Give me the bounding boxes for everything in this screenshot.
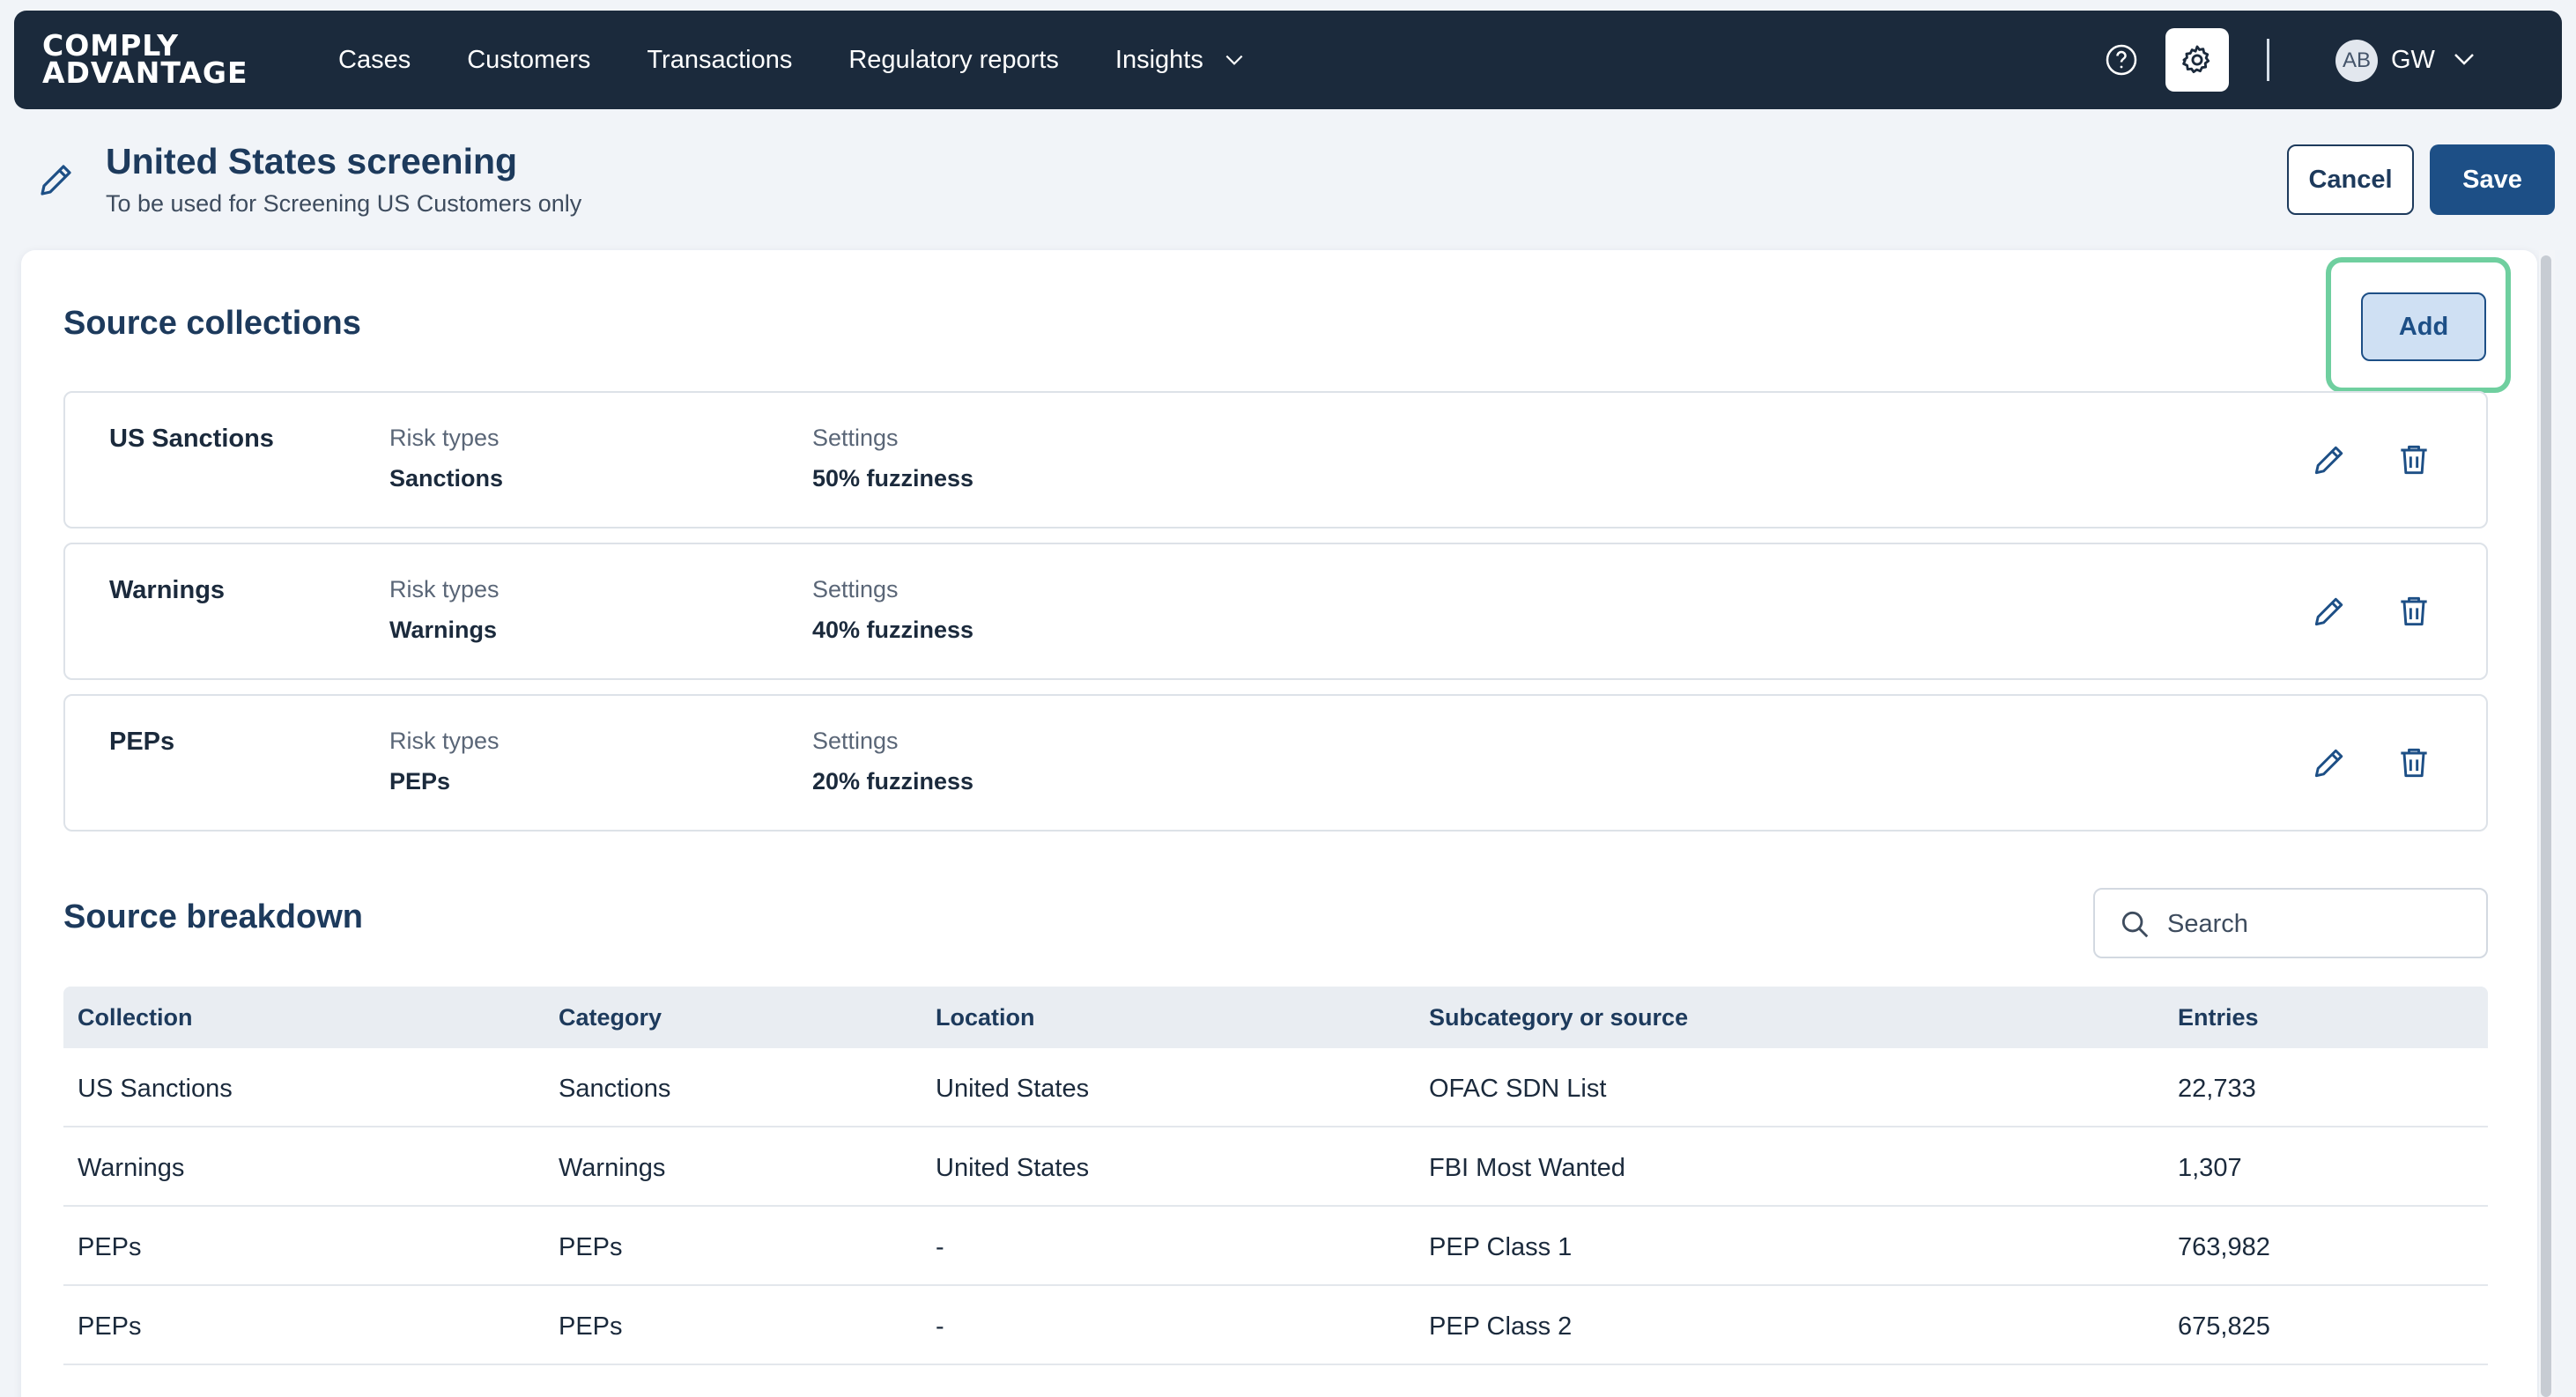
- cell-subcategory: PEP Class 1: [1429, 1233, 1573, 1261]
- column-header-location[interactable]: Location: [936, 1004, 1035, 1031]
- nav-divider: [2267, 39, 2269, 81]
- trash-icon[interactable]: [2395, 743, 2433, 782]
- settings-label: Settings: [812, 425, 899, 451]
- nav-link-insights[interactable]: Insights: [1115, 46, 1246, 75]
- cell-location: -: [936, 1312, 944, 1341]
- cell-subcategory: FBI Most Wanted: [1429, 1154, 1625, 1182]
- table-row[interactable]: PEPs PEPs - PEP Class 2 675,825: [63, 1286, 2488, 1365]
- column-header-collection[interactable]: Collection: [78, 1004, 193, 1031]
- cell-collection: PEPs: [78, 1312, 142, 1341]
- risk-types-label: Risk types: [389, 425, 500, 451]
- add-collection-button[interactable]: Add: [2361, 292, 2486, 361]
- cell-collection: Warnings: [78, 1154, 185, 1182]
- collection-card-us-sanctions: US Sanctions Risk types Sanctions Settin…: [63, 391, 2488, 528]
- chevron-down-icon: [1225, 55, 1243, 65]
- collection-card-peps: PEPs Risk types PEPs Settings 20% fuzzin…: [63, 694, 2488, 832]
- save-button[interactable]: Save: [2430, 144, 2555, 215]
- cell-category: Sanctions: [559, 1075, 671, 1103]
- search-icon: [2121, 911, 2149, 938]
- chevron-down-icon[interactable]: [2451, 46, 2477, 72]
- collection-card-warnings: Warnings Risk types Warnings Settings 40…: [63, 543, 2488, 680]
- search-box: [2093, 888, 2488, 958]
- cell-entries: 763,982: [2178, 1233, 2270, 1261]
- cell-entries: 675,825: [2178, 1312, 2270, 1341]
- user-menu-label[interactable]: GW: [2391, 42, 2435, 78]
- column-header-category[interactable]: Category: [559, 1004, 662, 1031]
- cell-subcategory: OFAC SDN List: [1429, 1075, 1607, 1103]
- nav-right-tools: AB GW: [2033, 11, 2562, 109]
- cell-entries: 22,733: [2178, 1075, 2256, 1103]
- logo-line-2: ADVANTAGE: [42, 55, 248, 90]
- cell-subcategory: PEP Class 2: [1429, 1312, 1573, 1341]
- settings-value: 50% fuzziness: [812, 465, 974, 492]
- nav-link-label: Cases: [338, 45, 411, 74]
- cell-collection: PEPs: [78, 1233, 142, 1261]
- cell-location: United States: [936, 1075, 1090, 1103]
- nav-link-label: Transactions: [647, 45, 793, 74]
- column-header-entries[interactable]: Entries: [2178, 1004, 2259, 1031]
- cell-collection: US Sanctions: [78, 1075, 233, 1103]
- cell-category: PEPs: [559, 1312, 623, 1341]
- avatar[interactable]: AB: [2335, 40, 2378, 82]
- source-breakdown-table: Collection Category Location Subcategory…: [63, 987, 2488, 1365]
- gear-icon: [2182, 45, 2210, 74]
- source-collections-title: Source collections: [63, 305, 361, 342]
- edit-icon[interactable]: [2310, 440, 2349, 479]
- settings-value: 40% fuzziness: [812, 617, 974, 643]
- edit-icon[interactable]: [2310, 743, 2349, 782]
- column-header-subcategory[interactable]: Subcategory or source: [1429, 1004, 1688, 1031]
- table-row[interactable]: US Sanctions Sanctions United States OFA…: [63, 1048, 2488, 1127]
- settings-button[interactable]: [2165, 28, 2229, 92]
- nav-link-cases[interactable]: Cases: [338, 46, 411, 75]
- risk-types-value: Sanctions: [389, 465, 504, 492]
- edit-title-icon[interactable]: [35, 159, 78, 201]
- nav-link-label: Insights: [1114, 45, 1203, 74]
- table-header: Collection Category Location Subcategory…: [63, 987, 2488, 1048]
- nav-link-label: Regulatory reports: [848, 45, 1059, 74]
- table-row[interactable]: PEPs PEPs - PEP Class 1 763,982: [63, 1207, 2488, 1286]
- nav-link-transactions[interactable]: Transactions: [647, 46, 792, 75]
- risk-types-label: Risk types: [389, 576, 500, 602]
- top-nav: COMPLY ADVANTAGE Cases Customers Transac…: [14, 11, 2562, 109]
- source-breakdown-title: Source breakdown: [63, 898, 363, 935]
- edit-icon[interactable]: [2310, 592, 2349, 631]
- help-circle-icon[interactable]: [2104, 42, 2139, 78]
- risk-types-value: Warnings: [389, 617, 498, 643]
- page-subtitle: To be used for Screening US Customers on…: [106, 190, 582, 217]
- nav-link-label: Customers: [467, 45, 591, 74]
- comply-advantage-logo[interactable]: COMPLY ADVANTAGE: [42, 31, 248, 90]
- collection-name: US Sanctions: [109, 425, 274, 453]
- cell-location: -: [936, 1233, 944, 1261]
- risk-types-label: Risk types: [389, 728, 500, 754]
- cell-category: PEPs: [559, 1233, 623, 1261]
- risk-types-value: PEPs: [389, 768, 451, 795]
- cell-entries: 1,307: [2178, 1154, 2242, 1182]
- cancel-button[interactable]: Cancel: [2287, 144, 2414, 215]
- search-input[interactable]: [2167, 902, 2467, 946]
- cell-location: United States: [936, 1154, 1090, 1182]
- trash-icon[interactable]: [2395, 592, 2433, 631]
- table-row[interactable]: Warnings Warnings United States FBI Most…: [63, 1127, 2488, 1207]
- nav-links: Cases Customers Transactions Regulatory …: [338, 11, 1246, 109]
- collection-name: PEPs: [109, 728, 175, 756]
- page-title: United States screening: [106, 141, 518, 181]
- cell-category: Warnings: [559, 1154, 666, 1182]
- nav-link-regulatory-reports[interactable]: Regulatory reports: [848, 46, 1059, 75]
- settings-label: Settings: [812, 576, 899, 602]
- settings-label: Settings: [812, 728, 899, 754]
- settings-value: 20% fuzziness: [812, 768, 974, 795]
- scrollbar-thumb[interactable]: [2541, 255, 2551, 1397]
- collection-name: Warnings: [109, 576, 226, 604]
- trash-icon[interactable]: [2395, 440, 2433, 479]
- nav-link-customers[interactable]: Customers: [467, 46, 590, 75]
